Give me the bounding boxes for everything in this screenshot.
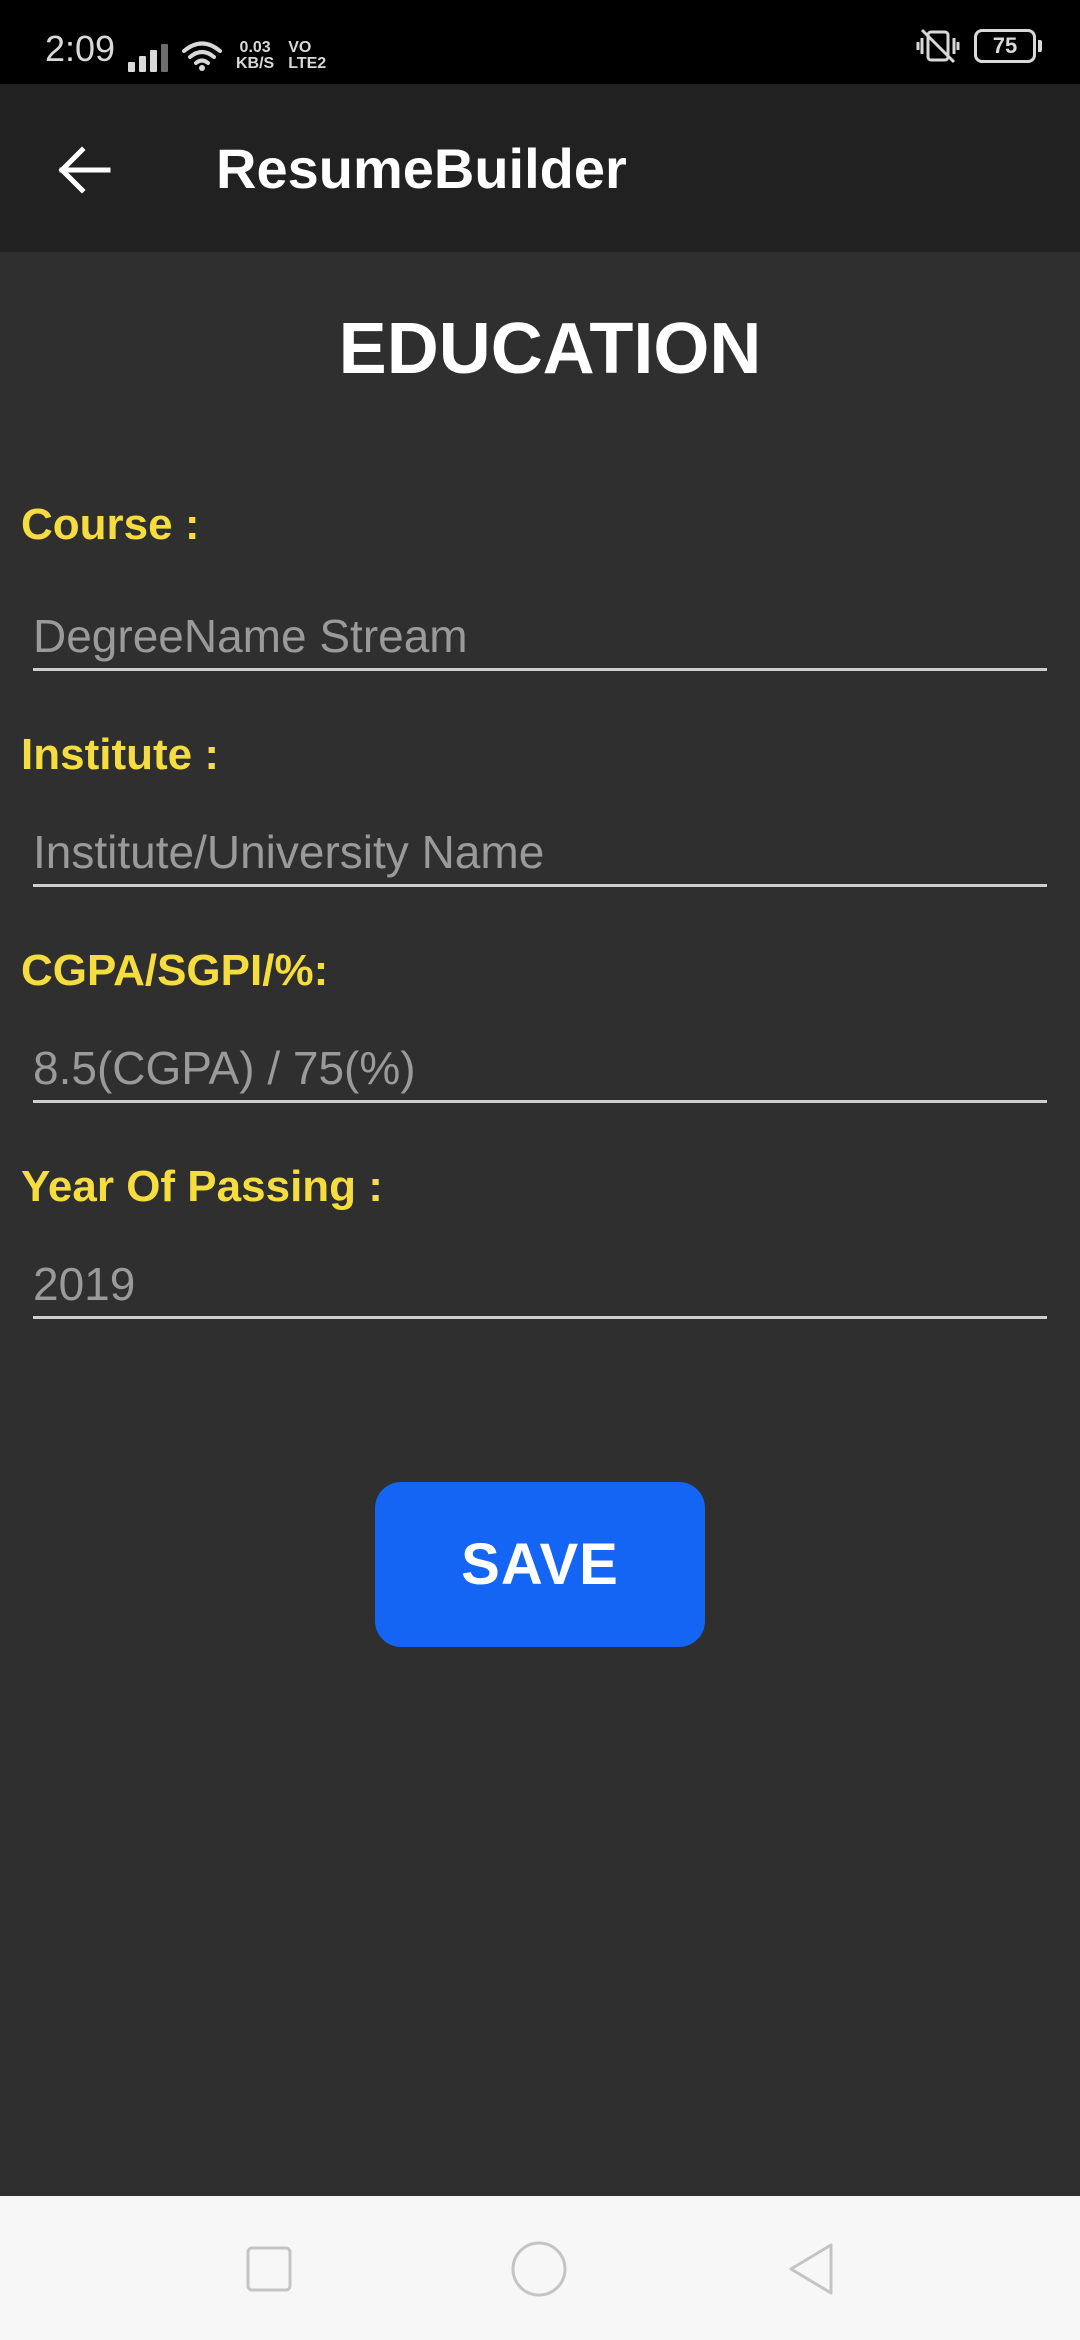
year-of-passing-label: Year Of Passing : bbox=[21, 1162, 383, 1211]
home-circle-icon bbox=[511, 2241, 567, 2297]
cgpa-label: CGPA/SGPI/%: bbox=[21, 946, 329, 995]
system-nav-bar bbox=[0, 2196, 1080, 2340]
status-right-icons: 75 bbox=[916, 28, 1042, 64]
app-title: ResumeBuilder bbox=[216, 137, 627, 200]
back-triangle-icon bbox=[789, 2243, 833, 2295]
app-bar: ResumeBuilder bbox=[0, 84, 1080, 252]
net-speed: 0.03 KB/S bbox=[236, 40, 274, 72]
cgpa-input[interactable] bbox=[33, 1036, 1047, 1103]
volte-indicator: VO LTE2 bbox=[288, 40, 326, 72]
recents-button[interactable] bbox=[238, 2238, 300, 2300]
arrow-left-icon bbox=[58, 146, 111, 194]
battery-icon: 75 bbox=[974, 29, 1042, 63]
back-button[interactable] bbox=[44, 130, 124, 210]
recents-square-icon bbox=[246, 2246, 292, 2292]
course-label: Course : bbox=[21, 500, 200, 549]
status-time: 2:09 bbox=[45, 28, 116, 69]
net-speed-unit: KB/S bbox=[236, 55, 275, 72]
vibrate-mute-icon bbox=[916, 28, 960, 64]
volte-line1: VO bbox=[288, 39, 312, 56]
year-of-passing-input[interactable] bbox=[33, 1252, 1047, 1319]
nav-back-button[interactable] bbox=[780, 2238, 842, 2300]
page-title: EDUCATION bbox=[338, 309, 762, 389]
course-input[interactable] bbox=[33, 604, 1047, 671]
home-button[interactable] bbox=[508, 2238, 570, 2300]
status-bar: 2:09 0.03 KB/S VO LTE2 75 bbox=[0, 0, 1080, 84]
institute-input[interactable] bbox=[33, 820, 1047, 887]
signal-icon bbox=[128, 42, 168, 72]
net-speed-value: 0.03 bbox=[239, 39, 271, 56]
screen: 2:09 0.03 KB/S VO LTE2 75 ResumeBuilder … bbox=[0, 0, 1080, 2340]
volte-line2: LTE2 bbox=[288, 55, 327, 72]
institute-label: Institute : bbox=[21, 730, 219, 779]
wifi-icon bbox=[182, 41, 222, 71]
save-button[interactable]: SAVE bbox=[375, 1482, 705, 1647]
status-left-icons: 0.03 KB/S VO LTE2 bbox=[128, 30, 326, 72]
